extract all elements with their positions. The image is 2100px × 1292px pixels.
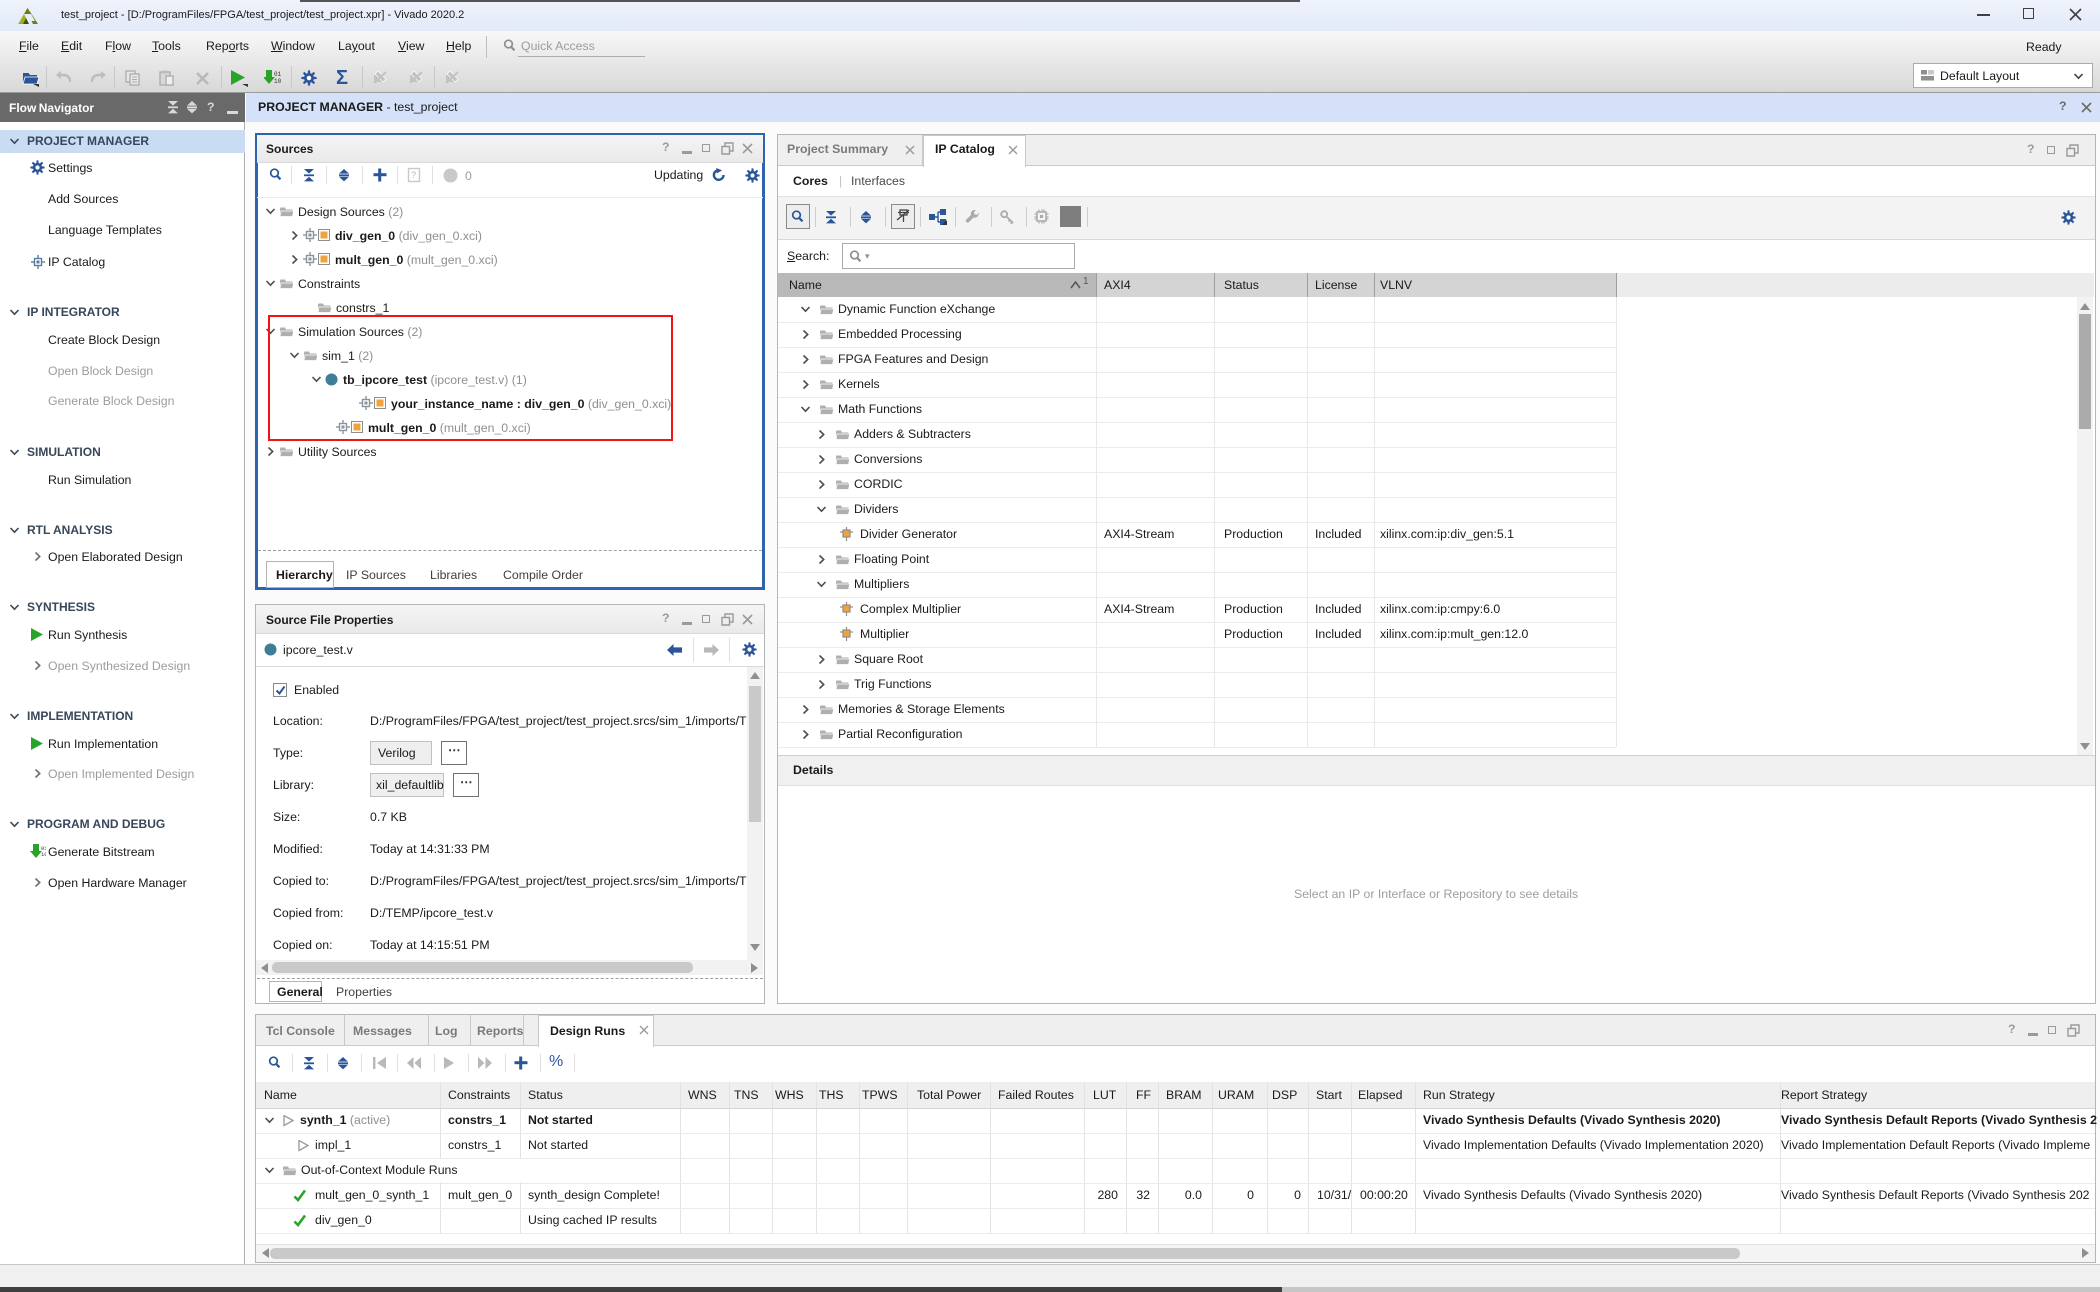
- svg-text:10: 10: [274, 78, 282, 85]
- svg-text:10: 10: [41, 851, 46, 858]
- svg-text:?: ?: [411, 170, 416, 180]
- svg-text:01: 01: [274, 71, 282, 78]
